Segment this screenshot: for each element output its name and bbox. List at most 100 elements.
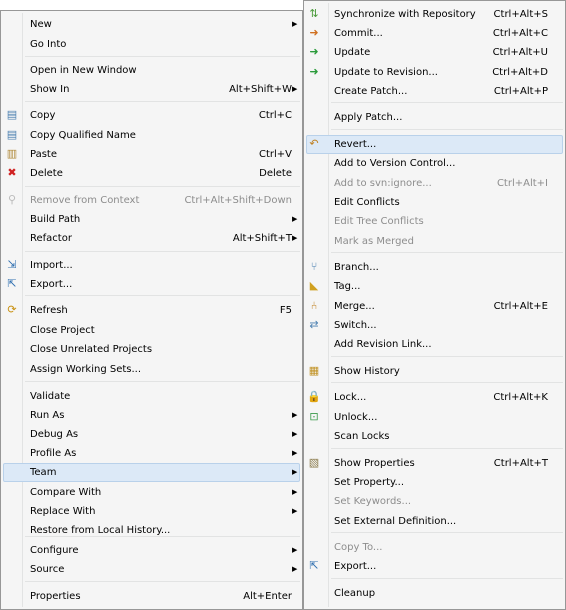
synchronize-icon: ⇅ xyxy=(309,7,319,20)
menu-item-label: Create Patch... xyxy=(334,86,408,97)
menu1-item-export[interactable]: ⇱ Export... xyxy=(1,275,302,294)
menu1-item-debug-as[interactable]: Debug As ▶ xyxy=(1,425,302,444)
menu-item-label: Run As xyxy=(30,410,65,421)
menu2-item-add-to-version-control[interactable]: Add to Version Control... xyxy=(304,154,565,173)
menu1-item-validate[interactable]: Validate xyxy=(1,387,302,406)
revert-icon: ↶ xyxy=(309,137,319,150)
menu-separator xyxy=(331,578,563,579)
delete-icon: ✖ xyxy=(7,166,17,179)
remove-from-context-icon: ⚲ xyxy=(7,193,17,206)
menu2-item-apply-patch[interactable]: Apply Patch... xyxy=(304,108,565,127)
menu1-item-new[interactable]: New ▶ xyxy=(1,15,302,34)
menu-item-label: Export... xyxy=(334,561,377,572)
menu2-item-switch[interactable]: ⇄ Switch... xyxy=(304,316,565,335)
menu2-item-add-revision-link[interactable]: Add Revision Link... xyxy=(304,335,565,354)
menu1-item-profile-as[interactable]: Profile As ▶ xyxy=(1,444,302,463)
menu2-item-commit[interactable]: ➜ Commit... Ctrl+Alt+C xyxy=(304,24,565,43)
menu1-item-delete[interactable]: ✖ Delete Delete xyxy=(1,164,302,183)
menu2-item-create-patch[interactable]: Create Patch... Ctrl+Alt+P xyxy=(304,82,565,101)
menu2-item-tag[interactable]: ◣ Tag... xyxy=(304,277,565,296)
menu2-item-edit-conflicts[interactable]: Edit Conflicts xyxy=(304,193,565,212)
submenu-arrow-icon: ▶ xyxy=(292,507,298,515)
project-context-menu: New ▶ Go Into Open in New Window Show In Alt+… xyxy=(0,10,303,610)
menu-item-shortcut: Ctrl+Alt+D xyxy=(492,67,548,78)
menu2-item-cleanup[interactable]: Cleanup xyxy=(304,584,565,603)
menu-item-label: Configure xyxy=(30,545,79,556)
menu-separator xyxy=(331,532,563,533)
export-icon: ⇱ xyxy=(7,277,17,290)
menu-item-shortcut: Ctrl+Alt+S xyxy=(493,9,548,20)
menu2-item-export[interactable]: ⇱ Export... xyxy=(304,557,565,576)
menu-item-shortcut: Ctrl+Alt+U xyxy=(492,47,548,58)
menu-item-label: Close Unrelated Projects xyxy=(30,344,153,355)
menu-item-label: Branch... xyxy=(334,262,379,273)
menu-item-label: Scan Locks xyxy=(334,431,390,442)
menu2-item-merge[interactable]: ⑃ Merge... Ctrl+Alt+E xyxy=(304,297,565,316)
menu-separator xyxy=(331,102,563,103)
menu-item-label: Add Revision Link... xyxy=(334,339,432,350)
menu-separator xyxy=(25,56,300,57)
menu1-item-import[interactable]: ⇲ Import... xyxy=(1,256,302,275)
menu-separator xyxy=(331,382,563,383)
menu1-item-paste[interactable]: ▥ Paste Ctrl+V xyxy=(1,145,302,164)
menu-item-shortcut: Ctrl+Alt+T xyxy=(493,458,548,469)
show-history-icon: ▦ xyxy=(308,364,320,377)
update-to-revision-icon: ➜ xyxy=(309,65,319,78)
menu2-item-set-keywords: Set Keywords... xyxy=(304,492,565,511)
menu1-item-show-in[interactable]: Show In Alt+Shift+W ▶ xyxy=(1,80,302,99)
menu2-item-add-to-svn-ignore: Add to svn:ignore... Ctrl+Alt+I xyxy=(304,174,565,193)
menu-item-shortcut: Ctrl+Alt+I xyxy=(496,178,548,189)
menu2-item-set-property[interactable]: Set Property... xyxy=(304,473,565,492)
menu1-item-source[interactable]: Source ▶ xyxy=(1,560,302,579)
menu-item-shortcut: Ctrl+Alt+K xyxy=(493,392,548,403)
menu2-item-set-external-definition[interactable]: Set External Definition... xyxy=(304,512,565,531)
menu1-item-configure[interactable]: Configure ▶ xyxy=(1,541,302,560)
menu2-item-show-properties[interactable]: ▧ Show Properties Ctrl+Alt+T xyxy=(304,454,565,473)
export-icon: ⇱ xyxy=(309,559,319,572)
menu1-item-refactor[interactable]: Refactor Alt+Shift+T ▶ xyxy=(1,229,302,248)
menu-item-shortcut: Ctrl+C xyxy=(258,110,292,121)
menu-item-shortcut: Ctrl+V xyxy=(258,149,292,160)
menu1-item-close-project[interactable]: Close Project xyxy=(1,321,302,340)
menu1-item-go-into[interactable]: Go Into xyxy=(1,35,302,54)
menu2-item-lock[interactable]: 🔒 Lock... Ctrl+Alt+K xyxy=(304,388,565,407)
submenu-arrow-icon: ▶ xyxy=(292,85,298,93)
menu1-item-refresh[interactable]: ⟳ Refresh F5 xyxy=(1,301,302,320)
menu1-item-close-unrelated-projects[interactable]: Close Unrelated Projects xyxy=(1,340,302,359)
menu2-item-update-to-revision[interactable]: ➜ Update to Revision... Ctrl+Alt+D xyxy=(304,63,565,82)
menu-separator xyxy=(25,295,300,296)
menu-item-label: Export... xyxy=(30,279,73,290)
refresh-icon: ⟳ xyxy=(7,303,17,316)
menu1-item-build-path[interactable]: Build Path ▶ xyxy=(1,210,302,229)
menu-item-label: Update xyxy=(334,47,371,58)
menu2-item-revert[interactable]: ↶ Revert... xyxy=(304,135,565,154)
menu-item-label: Tag... xyxy=(334,281,361,292)
menu1-item-restore-from-local-history[interactable]: Restore from Local History... xyxy=(1,521,302,540)
menu1-item-compare-with[interactable]: Compare With ▶ xyxy=(1,483,302,502)
menu-separator xyxy=(25,581,300,582)
menu-item-label: Compare With xyxy=(30,487,102,498)
menu-item-label: Edit Tree Conflicts xyxy=(334,216,424,227)
menu-separator xyxy=(25,536,300,537)
menu2-item-synchronize-with-repository[interactable]: ⇅ Synchronize with Repository Ctrl+Alt+S xyxy=(304,5,565,24)
menu-item-label: Go Into xyxy=(30,39,67,50)
branch-icon: ⑂ xyxy=(310,260,318,273)
menu2-item-branch[interactable]: ⑂ Branch... xyxy=(304,258,565,277)
menu2-item-unlock[interactable]: ⊡ Unlock... xyxy=(304,408,565,427)
menu2-item-update[interactable]: ➜ Update Ctrl+Alt+U xyxy=(304,43,565,62)
menu1-item-copy-qualified-name[interactable]: ▤ Copy Qualified Name xyxy=(1,126,302,145)
menu1-item-properties[interactable]: Properties Alt+Enter xyxy=(1,587,302,606)
menu-item-label: Mark as Merged xyxy=(334,236,414,247)
menu-separator xyxy=(331,129,563,130)
menu1-item-replace-with[interactable]: Replace With ▶ xyxy=(1,502,302,521)
menu1-item-assign-working-sets[interactable]: Assign Working Sets... xyxy=(1,360,302,379)
menu1-item-open-in-new-window[interactable]: Open in New Window xyxy=(1,61,302,80)
switch-icon: ⇄ xyxy=(309,318,319,331)
menu2-item-show-history[interactable]: ▦ Show History xyxy=(304,362,565,381)
menu1-item-run-as[interactable]: Run As ▶ xyxy=(1,406,302,425)
menu-item-label: Validate xyxy=(30,391,71,402)
menu2-item-scan-locks[interactable]: Scan Locks xyxy=(304,427,565,446)
menu1-item-copy[interactable]: ▤ Copy Ctrl+C xyxy=(1,106,302,125)
menu1-item-team[interactable]: Team ▶ xyxy=(1,463,302,482)
paste-icon: ▥ xyxy=(6,147,18,160)
